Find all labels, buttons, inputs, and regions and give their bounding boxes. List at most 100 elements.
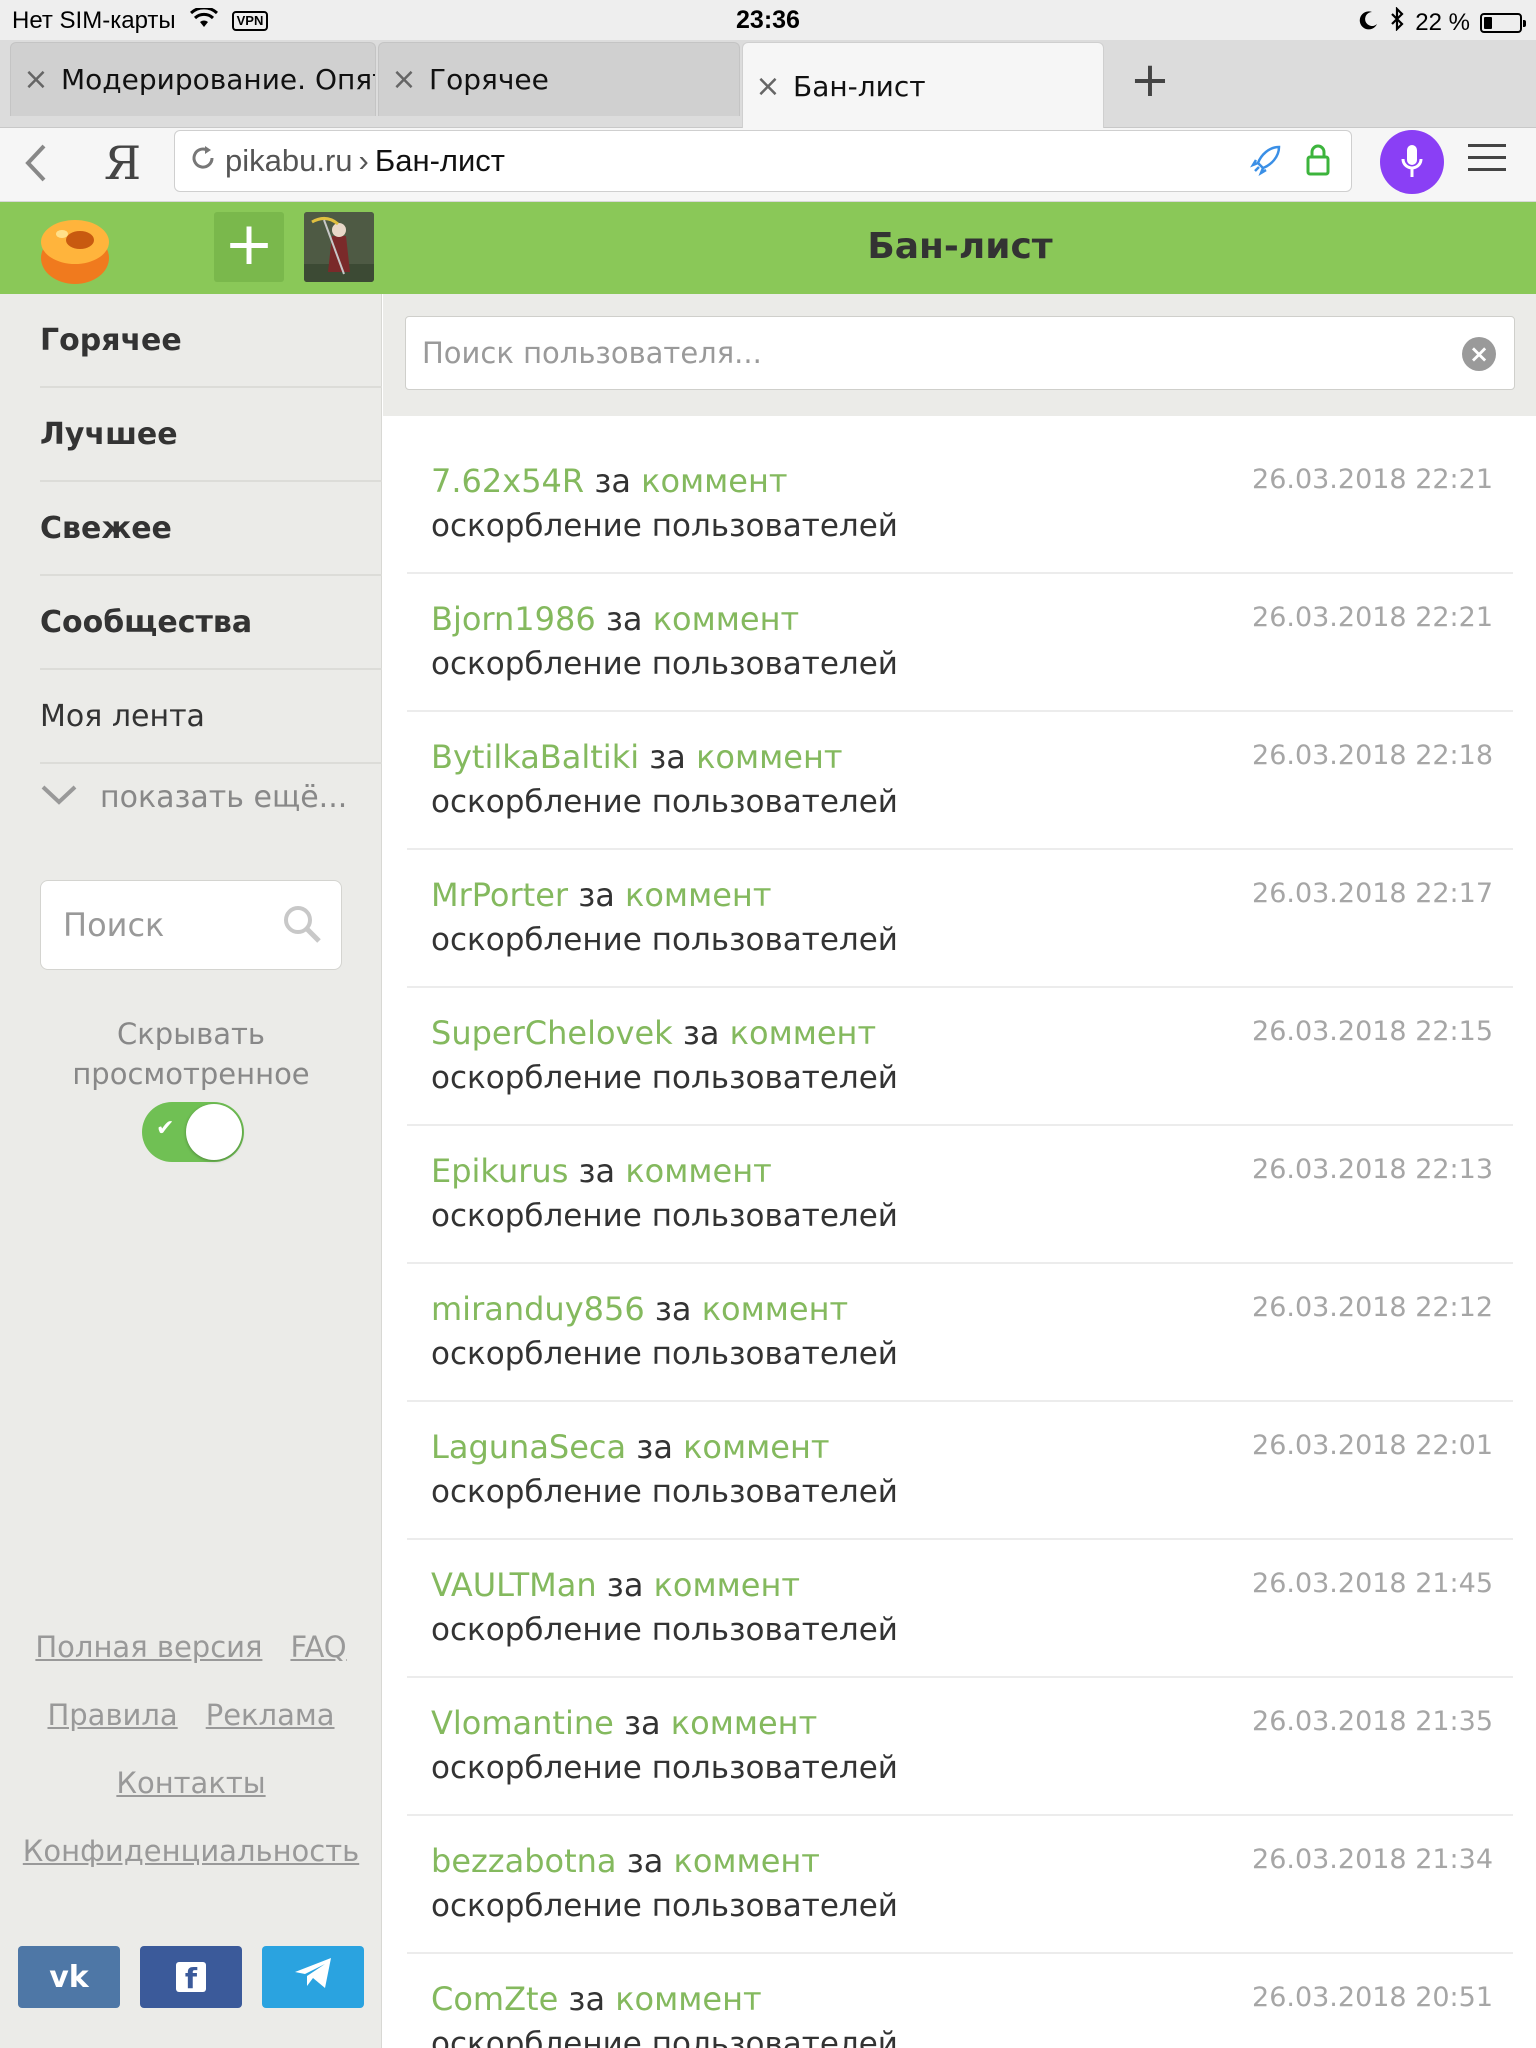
username-link[interactable]: bezzabotna: [431, 1842, 617, 1880]
pikabu-logo[interactable]: [36, 212, 114, 286]
privacy-link[interactable]: Конфиденциальность: [23, 1834, 359, 1868]
ban-date: 26.03.2018 22:01: [1252, 1430, 1493, 1461]
url-field[interactable]: pikabu.ru › Бан-лист: [174, 130, 1352, 192]
username-link[interactable]: 7.62x54R: [431, 462, 584, 500]
status-bar: Нет SIM-карты VPN 23:36 22 %: [0, 0, 1536, 40]
contacts-link[interactable]: Контакты: [116, 1766, 265, 1800]
reload-icon[interactable]: [181, 143, 225, 180]
ban-entry-line: SuperChelovek за коммент: [431, 1014, 876, 1052]
ban-reason: оскорбление пользователей: [431, 1060, 898, 1096]
telegram-share-button[interactable]: [262, 1946, 364, 2008]
menu-icon[interactable]: [1468, 144, 1506, 180]
comment-link[interactable]: коммент: [654, 1566, 800, 1604]
ban-date: 26.03.2018 22:21: [1252, 602, 1493, 633]
rules-link[interactable]: Правила: [47, 1698, 177, 1732]
username-link[interactable]: LagunaSeca: [431, 1428, 626, 1466]
telegram-icon: [293, 1956, 333, 1998]
ban-entry-line: bezzabotna за коммент: [431, 1842, 820, 1880]
show-more-label: показать ещё...: [100, 780, 348, 815]
list-item: Bjorn1986 за коммент оскорбление пользова…: [407, 574, 1513, 712]
yandex-logo[interactable]: Я: [104, 136, 141, 190]
facebook-share-button[interactable]: f: [140, 1946, 242, 2008]
search-icon[interactable]: [281, 903, 323, 953]
ban-reason: оскорбление пользователей: [431, 1612, 898, 1648]
check-icon: ✔: [156, 1116, 175, 1141]
comment-link[interactable]: коммент: [696, 738, 842, 776]
lock-icon[interactable]: [1305, 143, 1331, 185]
full-version-link[interactable]: Полная версия: [35, 1630, 262, 1664]
comment-link[interactable]: коммент: [615, 1980, 761, 2018]
ban-date: 26.03.2018 22:17: [1252, 878, 1493, 909]
avatar[interactable]: [304, 212, 374, 282]
username-link[interactable]: Bjorn1986: [431, 600, 596, 638]
close-icon[interactable]: ×: [11, 62, 61, 97]
ban-reason: оскорбление пользователей: [431, 784, 898, 820]
sidebar-search-input[interactable]: Поиск: [40, 880, 342, 970]
sidebar-item-my-feed[interactable]: Моя лента: [40, 670, 382, 764]
vk-icon: vk: [49, 1959, 89, 1995]
user-search-input[interactable]: Поиск пользователя... ×: [405, 316, 1515, 390]
username-link[interactable]: ComZte: [431, 1980, 558, 2018]
comment-link[interactable]: коммент: [702, 1290, 848, 1328]
for-word: за: [649, 738, 686, 776]
sidebar-item-best[interactable]: Лучшее: [40, 388, 382, 482]
add-post-button[interactable]: +: [214, 212, 284, 282]
username-link[interactable]: Vlomantine: [431, 1704, 614, 1742]
close-icon[interactable]: ×: [743, 69, 793, 104]
list-item: VAULTMan за коммент оскорбление пользоват…: [407, 1540, 1513, 1678]
show-more-button[interactable]: показать ещё...: [40, 780, 347, 815]
comment-link[interactable]: коммент: [625, 876, 771, 914]
back-button[interactable]: [20, 140, 50, 197]
ban-entry-line: MrPorter за коммент: [431, 876, 771, 914]
close-icon[interactable]: ×: [379, 62, 429, 97]
for-word: за: [682, 1014, 720, 1052]
list-item: SuperChelovek за коммент оскорбление поль…: [407, 988, 1513, 1126]
ban-date: 26.03.2018 20:51: [1252, 1982, 1493, 2013]
ban-list-panel: Поиск пользователя... × 7.62x54R за комм…: [383, 294, 1536, 2048]
ban-date: 26.03.2018 21:34: [1252, 1844, 1493, 1875]
sidebar-item-label: Моя лента: [40, 698, 205, 734]
list-item: 7.62x54R за коммент оскорбление пользоват…: [407, 436, 1513, 574]
ban-reason: оскорбление пользователей: [431, 2026, 898, 2048]
ban-reason: оскорбление пользователей: [431, 1198, 898, 1234]
comment-link[interactable]: коммент: [730, 1014, 876, 1052]
comment-link[interactable]: коммент: [671, 1704, 817, 1742]
comment-link[interactable]: коммент: [674, 1842, 820, 1880]
site-header: + Бан-лист: [0, 202, 1536, 294]
bluetooth-icon: [1389, 6, 1405, 38]
sidebar-item-communities[interactable]: Сообщества: [40, 576, 382, 670]
sidebar-item-hot[interactable]: Горячее: [40, 294, 382, 388]
voice-search-button[interactable]: [1380, 130, 1444, 194]
faq-link[interactable]: FAQ: [290, 1630, 346, 1664]
comment-link[interactable]: коммент: [625, 1152, 771, 1190]
comment-link[interactable]: коммент: [641, 462, 787, 500]
username-link[interactable]: SuperChelovek: [431, 1014, 673, 1052]
comment-link[interactable]: коммент: [653, 600, 799, 638]
for-word: за: [606, 1566, 644, 1604]
ban-reason: оскорбление пользователей: [431, 1336, 898, 1372]
for-word: за: [636, 1428, 673, 1466]
username-link[interactable]: Epikurus: [431, 1152, 568, 1190]
tab-hot[interactable]: × Горячее: [378, 42, 740, 116]
clear-icon[interactable]: ×: [1462, 337, 1496, 371]
for-word: за: [654, 1290, 692, 1328]
tab-ban-list[interactable]: × Бан-лист: [742, 42, 1104, 130]
ads-link[interactable]: Реклама: [206, 1698, 335, 1732]
list-item: LagunaSeca за коммент оскорбление пользов…: [407, 1402, 1513, 1540]
tab-moderation[interactable]: × Модерирование. Опят: [10, 42, 376, 116]
address-bar: Я pikabu.ru › Бан-лист: [0, 128, 1536, 202]
rocket-icon[interactable]: [1249, 143, 1283, 185]
username-link[interactable]: BytilkaBaltiki: [431, 738, 639, 776]
comment-link[interactable]: коммент: [683, 1428, 829, 1466]
ban-reason: оскорбление пользователей: [431, 922, 898, 958]
sidebar-item-fresh[interactable]: Свежее: [40, 482, 382, 576]
page-title: Бан-лист: [867, 226, 1053, 267]
vk-share-button[interactable]: vk: [18, 1946, 120, 2008]
username-link[interactable]: miranduy856: [431, 1290, 645, 1328]
username-link[interactable]: VAULTMan: [431, 1566, 597, 1604]
hide-viewed-toggle[interactable]: ✔: [142, 1102, 244, 1162]
username-link[interactable]: MrPorter: [431, 876, 568, 914]
ban-reason: оскорбление пользователей: [431, 1888, 898, 1924]
list-item: bezzabotna за коммент оскорбление пользов…: [407, 1816, 1513, 1954]
new-tab-button[interactable]: +: [1120, 56, 1180, 108]
